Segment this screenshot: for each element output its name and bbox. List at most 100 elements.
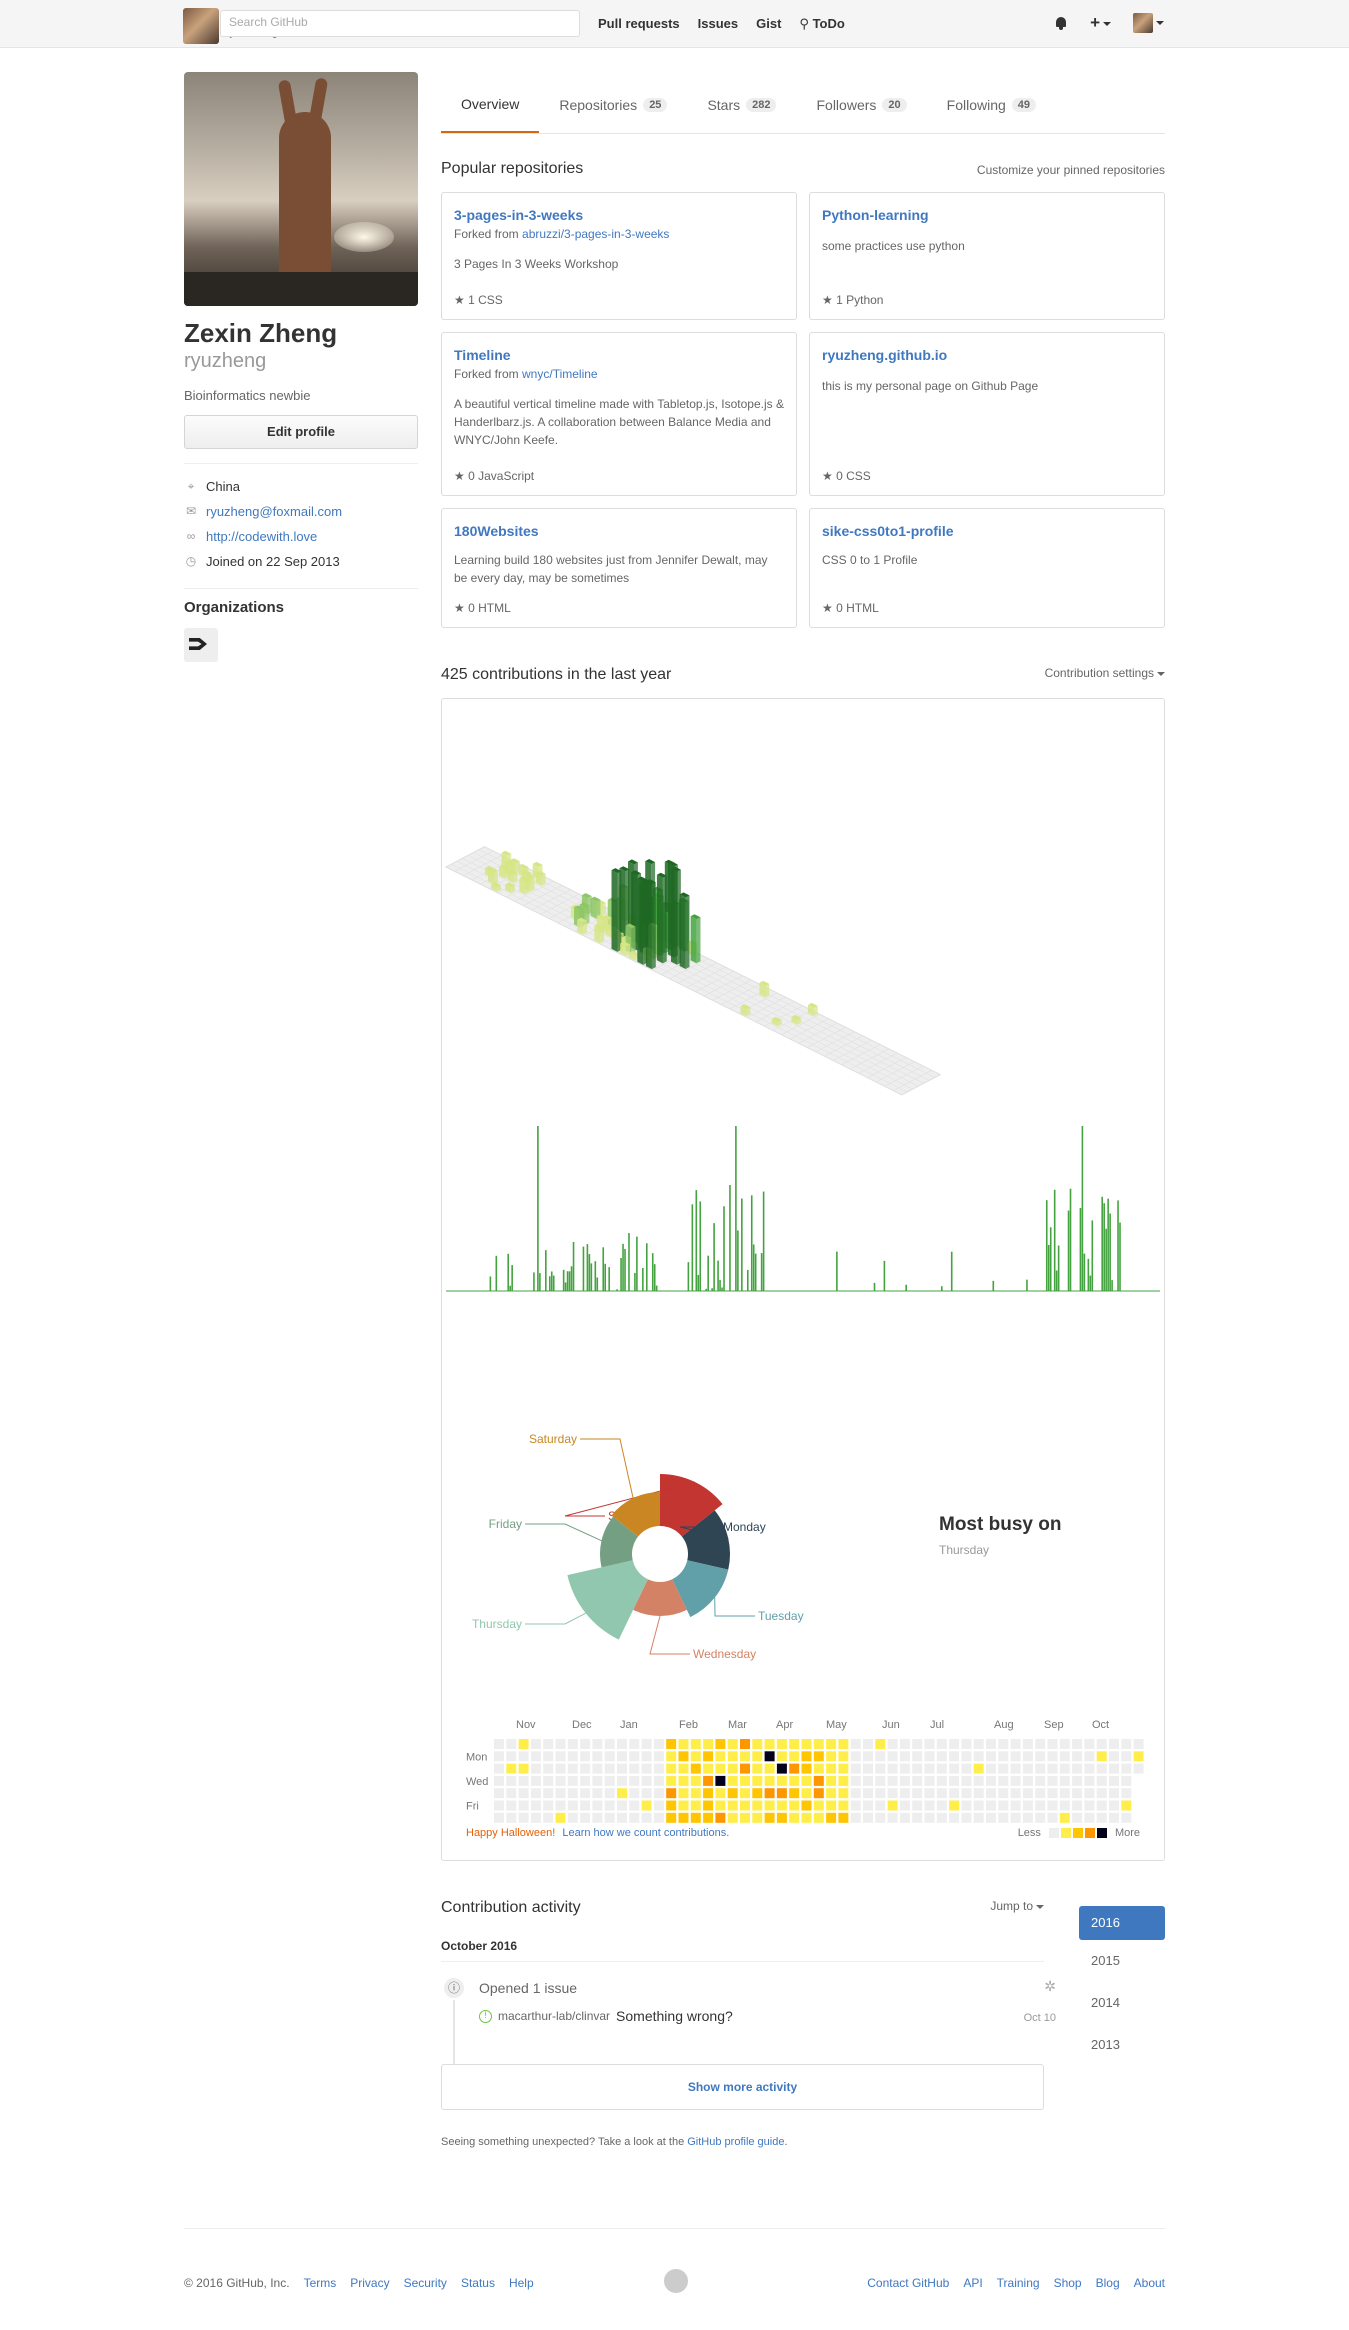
github-octocat-icon[interactable]	[664, 2269, 688, 2293]
notifications-bell-icon[interactable]	[1054, 16, 1068, 31]
timeline-bar	[750, 1195, 753, 1291]
footer-api-link[interactable]: API	[963, 2276, 982, 2290]
iso-bar-side	[696, 917, 701, 964]
email-link[interactable]: ryuzheng@foxmail.com	[206, 499, 342, 524]
footer-training-link[interactable]: Training	[997, 2276, 1040, 2290]
profile-guide-link[interactable]: GitHub profile guide	[687, 2136, 784, 2148]
halloween-note: Happy Halloween!	[466, 1827, 556, 1839]
calendar-day-cell	[555, 1788, 566, 1799]
legend-swatch	[1060, 1828, 1071, 1838]
organization-avatar[interactable]	[184, 628, 218, 662]
timeline-bar	[721, 1287, 723, 1291]
website-row: ∞ http://codewith.love	[184, 524, 418, 549]
calendar-day-cell	[764, 1788, 775, 1799]
calendar-day-cell	[617, 1763, 627, 1774]
tab-overview[interactable]: Overview	[441, 96, 540, 133]
footer-security-link[interactable]: Security	[404, 2276, 447, 2290]
calendar-day-cell	[715, 1788, 726, 1799]
calendar-day-cell	[518, 1812, 529, 1823]
calendar-day-cell	[1121, 1763, 1132, 1774]
calendar-day-cell	[875, 1788, 886, 1799]
repo-link[interactable]: 180Websites	[454, 523, 539, 539]
activity-summary[interactable]: Opened 1 issue	[479, 1980, 577, 1996]
calendar-day-cell	[752, 1775, 763, 1786]
tab-followers[interactable]: Followers 20	[796, 97, 926, 133]
calendar-day-cell	[863, 1812, 873, 1823]
repo-link[interactable]: ryuzheng.github.io	[822, 347, 947, 363]
calendar-day-cell	[1096, 1763, 1107, 1774]
collapse-toggle-icon[interactable]: ✲	[1044, 1978, 1056, 1995]
year-2014[interactable]: 2014	[1079, 1986, 1165, 2028]
customize-pins-link[interactable]: Customize your pinned repositories	[977, 163, 1165, 178]
footer-about-link[interactable]: About	[1134, 2276, 1165, 2290]
year-2013[interactable]: 2013	[1079, 2028, 1165, 2070]
calendar-day-cell	[592, 1775, 603, 1786]
calendar-day-cell	[678, 1763, 689, 1774]
contribution-settings-dropdown[interactable]: Contribution settings	[1045, 666, 1165, 684]
calendar-day-cell	[580, 1800, 591, 1811]
calendar-day-cell	[789, 1763, 800, 1774]
fork-source-link[interactable]: abruzzi/3-pages-in-3-weeks	[522, 227, 669, 241]
calendar-day-cell	[863, 1775, 873, 1786]
calendar-day-cell	[641, 1775, 652, 1786]
footer-terms-link[interactable]: Terms	[304, 2276, 337, 2290]
iso-bar-side	[530, 876, 535, 892]
fork-note: Forked from wnyc/Timeline	[454, 367, 598, 381]
footer-shop-link[interactable]: Shop	[1054, 2276, 1082, 2290]
calendar-day-cell	[789, 1788, 800, 1799]
nav-pull-requests[interactable]: Pull requests	[598, 16, 680, 32]
calendar-day-cell	[875, 1739, 886, 1749]
calendar-day-cell	[838, 1800, 849, 1811]
jump-to-dropdown[interactable]: Jump to	[990, 1899, 1044, 1917]
timeline-bar	[545, 1250, 547, 1291]
tab-repositories[interactable]: Repositories 25	[539, 97, 687, 133]
calendar-day-cell	[555, 1800, 566, 1811]
timeline-bar	[1053, 1189, 1056, 1291]
footer-status-link[interactable]: Status	[461, 2276, 495, 2290]
footer-contact-link[interactable]: Contact GitHub	[867, 2276, 949, 2290]
footer-help-link[interactable]: Help	[509, 2276, 534, 2290]
nav-todo[interactable]: ⚲ ToDo	[799, 16, 844, 32]
header-avatar[interactable]	[183, 8, 219, 44]
calendar-day-cell	[1047, 1788, 1058, 1799]
show-more-activity-button[interactable]: Show more activity	[441, 2064, 1044, 2110]
calendar-day-cell	[875, 1775, 886, 1786]
calendar-day-cell	[641, 1739, 652, 1749]
calendar-day-cell	[1010, 1800, 1021, 1811]
activity-issue-link[interactable]: Something wrong?	[616, 2008, 733, 2024]
activity-repo[interactable]: macarthur-lab/clinvar	[498, 2009, 610, 2023]
repo-link[interactable]: sike-css0to1-profile	[822, 523, 954, 539]
website-link[interactable]: http://codewith.love	[206, 524, 317, 549]
footer-privacy-link[interactable]: Privacy	[350, 2276, 389, 2290]
repo-link[interactable]: Timeline	[454, 347, 511, 363]
user-menu-dropdown[interactable]	[1133, 13, 1164, 33]
profile-avatar[interactable]	[184, 72, 418, 306]
year-2015[interactable]: 2015	[1079, 1944, 1165, 1986]
repo-link[interactable]: 3-pages-in-3-weeks	[454, 207, 583, 223]
calendar-day-cell	[887, 1763, 898, 1774]
tab-stars[interactable]: Stars 282	[687, 97, 796, 133]
fork-source-link[interactable]: wnyc/Timeline	[522, 367, 598, 381]
year-2016[interactable]: 2016	[1079, 1906, 1165, 1940]
calendar-day-cell	[899, 1788, 910, 1799]
timeline-bar	[566, 1271, 569, 1291]
calendar-month-label: Jan	[620, 1719, 638, 1731]
nav-gist[interactable]: Gist	[756, 16, 781, 32]
search-input[interactable]: Search GitHub	[220, 10, 580, 37]
create-new-dropdown[interactable]: +	[1090, 13, 1111, 33]
tab-following[interactable]: Following 49	[927, 97, 1056, 133]
iso-bar-side	[679, 894, 686, 970]
calendar-day-cell	[1047, 1800, 1058, 1811]
repo-link[interactable]: Python-learning	[822, 207, 929, 223]
nav-issues[interactable]: Issues	[698, 16, 738, 32]
iso-bar-side	[594, 925, 601, 944]
calendar-day-cell	[653, 1775, 664, 1786]
weekday-rose-chart: SundayMondayTuesdayWednesdayThursdayFrid…	[472, 1432, 804, 1661]
footer-blog-link[interactable]: Blog	[1096, 2276, 1120, 2290]
calendar-day-cell	[678, 1751, 689, 1762]
learn-contributions-link[interactable]: Learn how we count contributions.	[562, 1827, 729, 1839]
calendar-day-cell	[555, 1739, 566, 1749]
edit-profile-button[interactable]: Edit profile	[184, 415, 418, 449]
tab-count: 282	[746, 98, 777, 112]
calendar-day-cell	[936, 1739, 947, 1749]
